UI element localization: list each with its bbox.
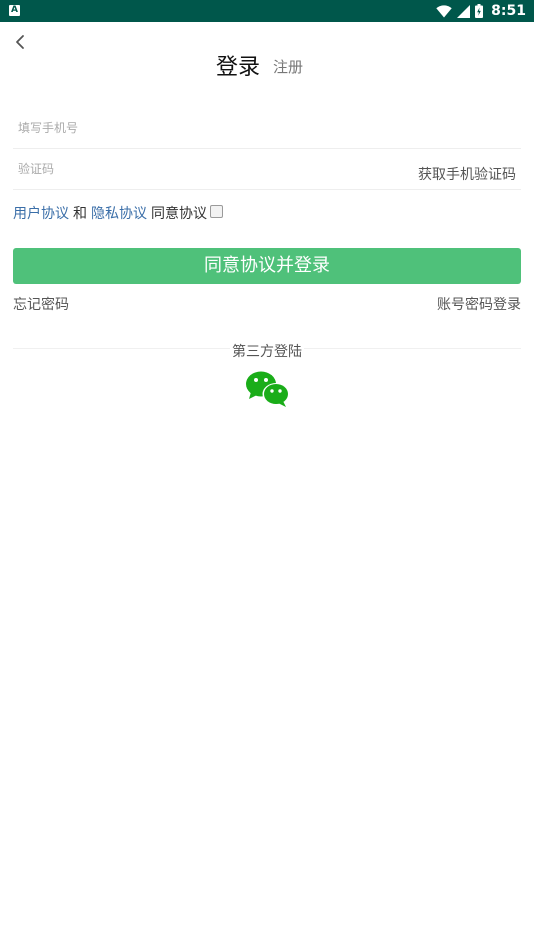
register-tab[interactable]: 注册 (273, 56, 303, 77)
wifi-icon (436, 4, 452, 17)
app-notification-icon: A (9, 5, 20, 16)
get-code-button[interactable]: 获取手机验证码 (418, 164, 516, 184)
login-button[interactable]: 同意协议并登录 (13, 248, 521, 284)
status-bar: A 8:51 (0, 0, 534, 22)
login-title: 登录 (216, 55, 261, 80)
status-time: 8:51 (491, 3, 526, 19)
code-field-row: 获取手机验证码 (13, 150, 521, 190)
cell-signal-icon (457, 4, 471, 18)
status-icons: 8:51 (436, 0, 526, 22)
phone-input[interactable] (13, 110, 498, 146)
user-agreement-link[interactable]: 用户协议 (13, 203, 69, 223)
privacy-agreement-link[interactable]: 隐私协议 (91, 203, 147, 223)
third-party-section: 第三方登陆 (0, 341, 534, 361)
verification-code-input[interactable] (13, 150, 358, 188)
password-login-link[interactable]: 账号密码登录 (437, 294, 521, 314)
forgot-password-link[interactable]: 忘记密码 (13, 294, 69, 314)
back-arrow-icon[interactable] (12, 33, 30, 51)
third-party-label: 第三方登陆 (230, 344, 304, 360)
agreement-and-text: 和 (73, 206, 87, 222)
agree-text: 同意协议 (151, 206, 207, 222)
phone-field-row (13, 110, 521, 149)
battery-charging-icon (475, 4, 484, 18)
wechat-icon[interactable] (245, 370, 291, 408)
agreement-row: 用户协议 和 隐私协议 同意协议 (13, 203, 223, 223)
agree-checkbox[interactable] (210, 205, 223, 218)
